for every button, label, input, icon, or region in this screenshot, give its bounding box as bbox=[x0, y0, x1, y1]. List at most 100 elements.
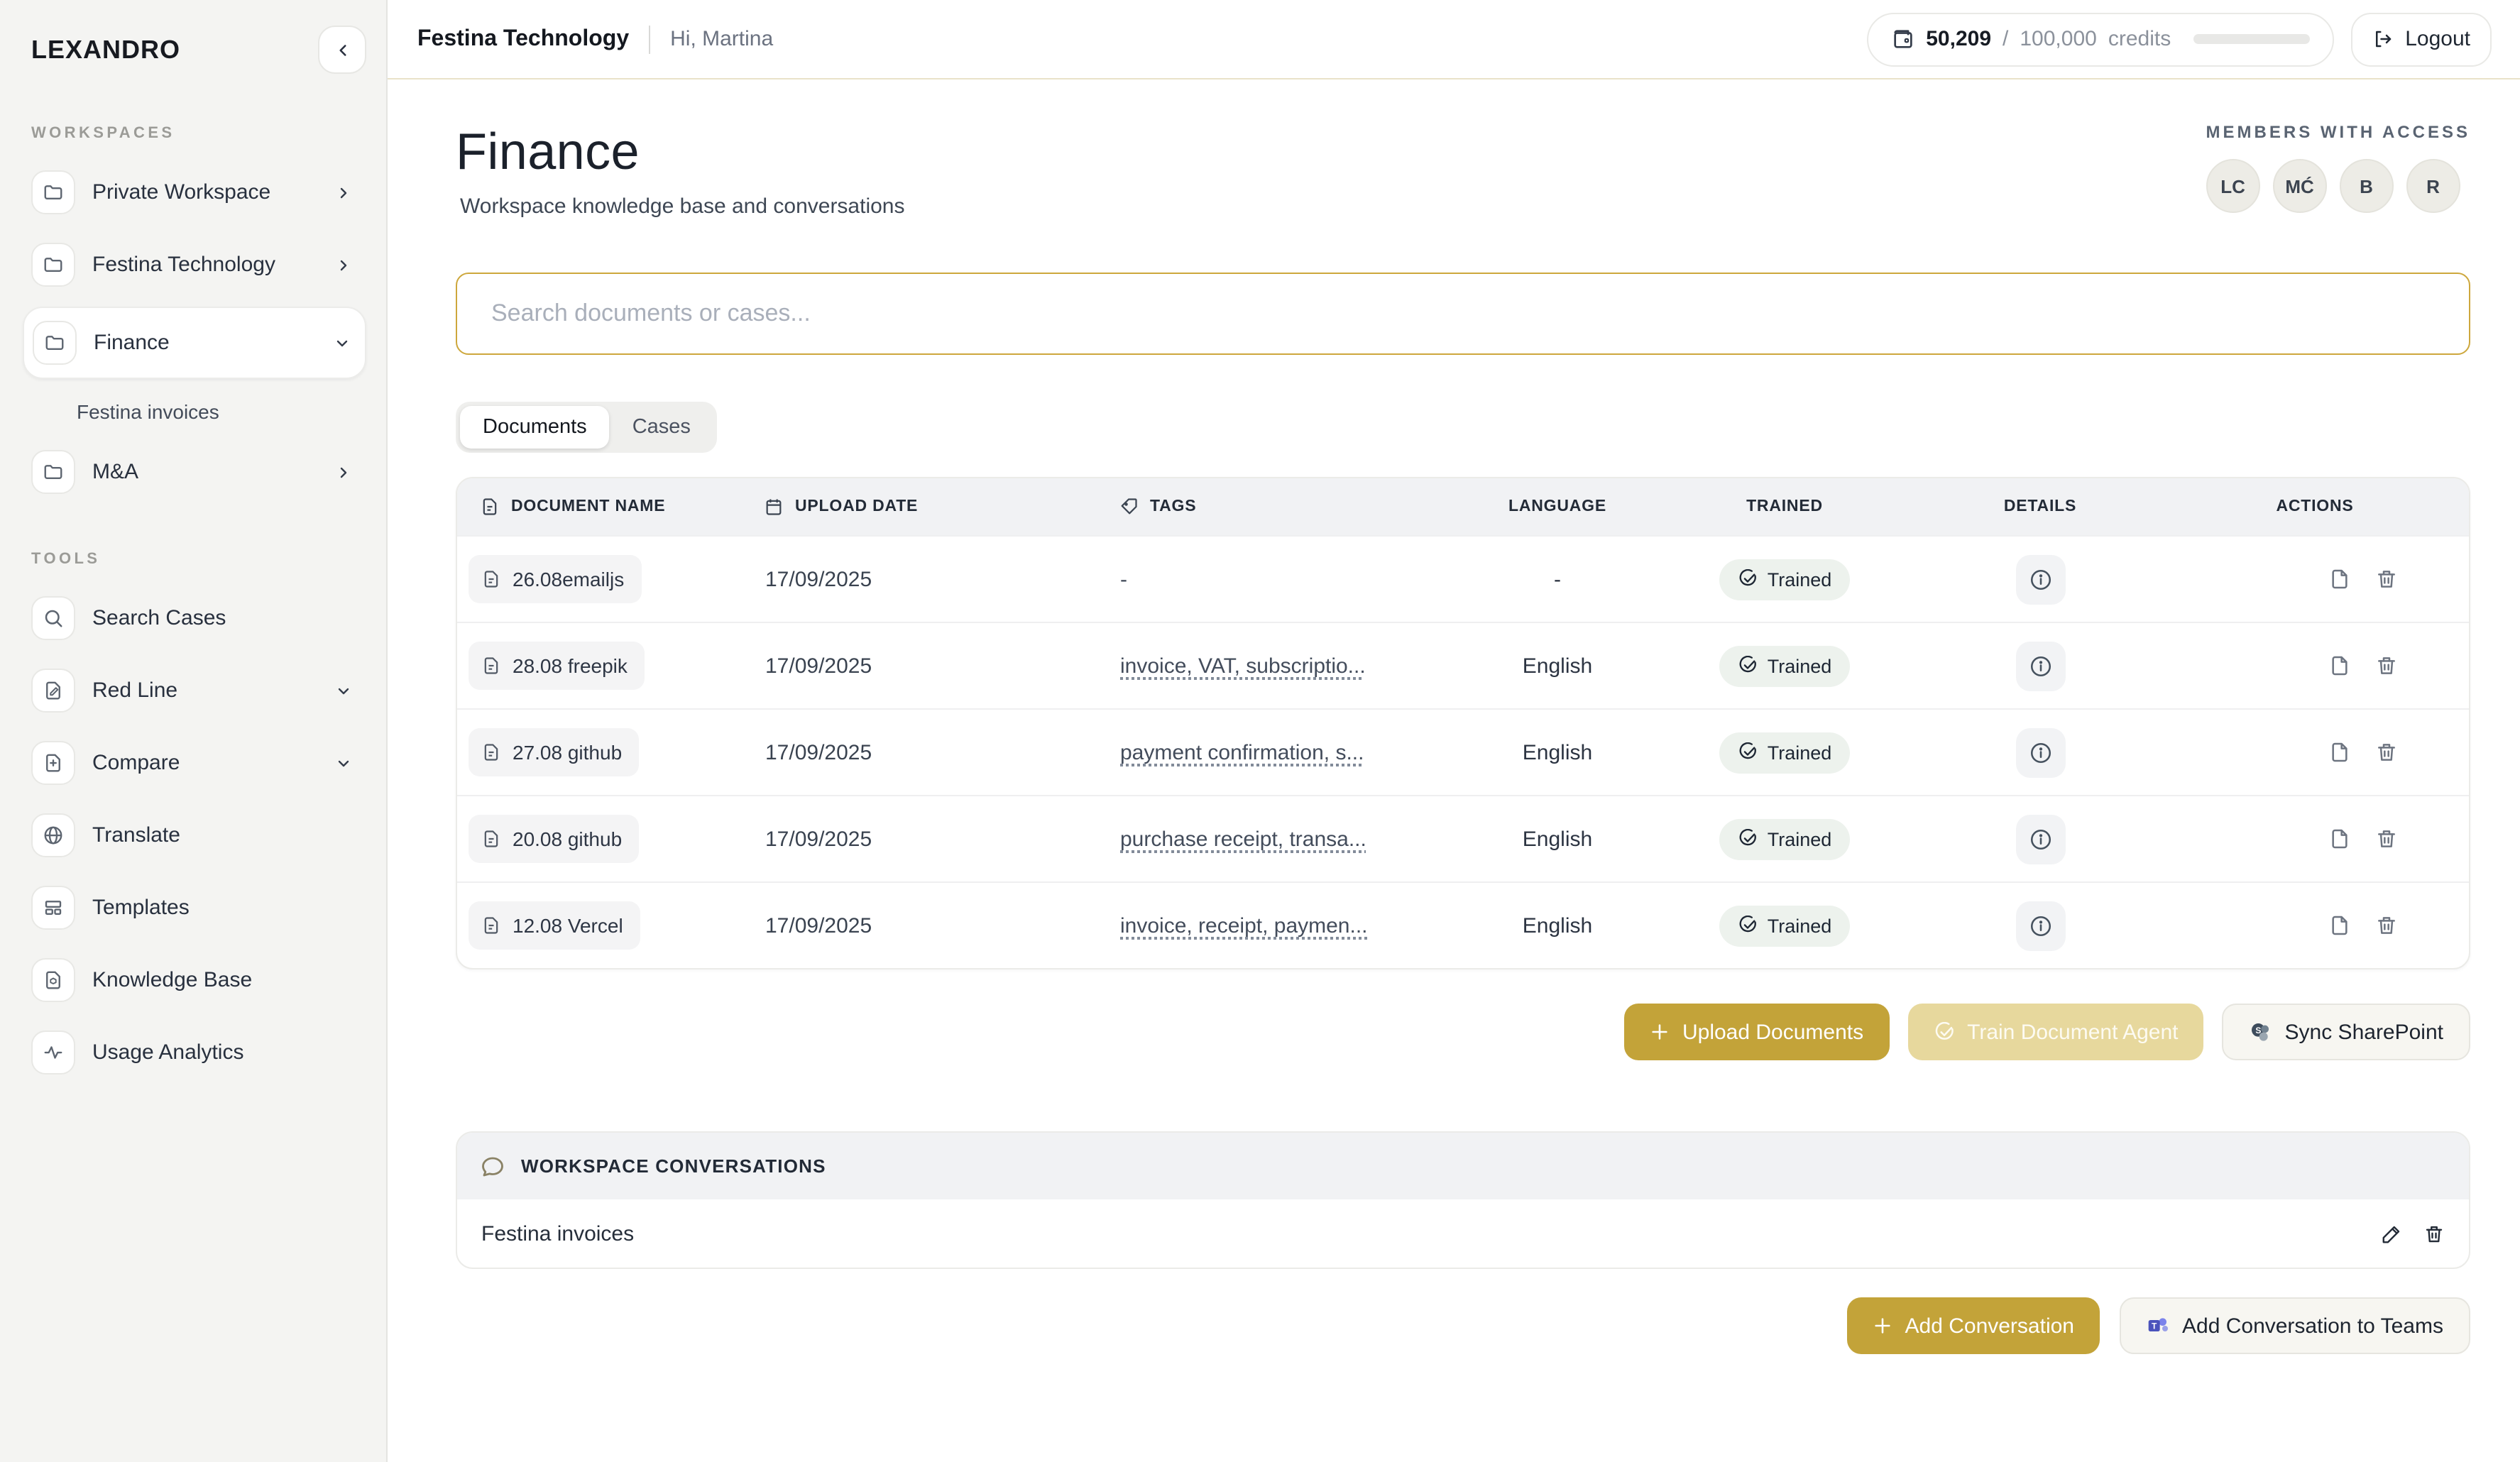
delete-button[interactable] bbox=[2375, 914, 2398, 937]
chevron-right-icon bbox=[335, 463, 352, 480]
tools-section-label: TOOLS bbox=[31, 551, 366, 568]
tags-link[interactable]: purchase receipt, transa... bbox=[1120, 827, 1366, 851]
logout-button[interactable]: Logout bbox=[2351, 12, 2492, 66]
document-name-chip[interactable]: 20.08 github bbox=[469, 815, 639, 863]
topbar: Festina Technology Hi, Martina 50,209 / … bbox=[388, 0, 2520, 79]
train-document-agent-label: Train Document Agent bbox=[1967, 1020, 2178, 1044]
upload-date: 17/09/2025 bbox=[741, 827, 1096, 851]
sidebar-collapse-button[interactable] bbox=[318, 26, 366, 74]
sidebar-item-festina-technology[interactable]: Festina Technology bbox=[23, 234, 366, 295]
train-document-agent-button[interactable]: Train Document Agent bbox=[1907, 1004, 2203, 1060]
sync-sharepoint-button[interactable]: S Sync SharePoint bbox=[2223, 1004, 2470, 1060]
sidebar-item-compare[interactable]: Compare bbox=[23, 732, 366, 793]
sidebar-item-label: Compare bbox=[92, 751, 318, 775]
chevron-down-icon bbox=[335, 682, 352, 699]
document-name: 20.08 github bbox=[513, 828, 622, 850]
logout-icon bbox=[2372, 28, 2394, 50]
language: English bbox=[1465, 740, 1650, 764]
open-file-button[interactable] bbox=[2328, 741, 2351, 764]
open-file-button[interactable] bbox=[2328, 568, 2351, 590]
search-input[interactable] bbox=[456, 273, 2470, 355]
tags-link[interactable]: payment confirmation, s... bbox=[1120, 740, 1364, 764]
conversation-name: Festina invoices bbox=[481, 1221, 2381, 1246]
open-file-button[interactable] bbox=[2328, 914, 2351, 937]
delete-conversation-icon[interactable] bbox=[2423, 1223, 2445, 1244]
chat-bubble-icon bbox=[480, 1153, 505, 1179]
page-title: Finance bbox=[456, 122, 905, 182]
add-conversation-button[interactable]: Add Conversation bbox=[1847, 1297, 2100, 1354]
sidebar-item-search-cases[interactable]: Search Cases bbox=[23, 588, 366, 649]
language: - bbox=[1465, 567, 1650, 591]
tag-icon bbox=[1119, 497, 1139, 517]
credits-total: 100,000 bbox=[2020, 27, 2096, 51]
sidebar-item-ma[interactable]: M&A bbox=[23, 441, 366, 502]
details-info-button[interactable] bbox=[2015, 641, 2065, 691]
globe-icon bbox=[31, 813, 75, 857]
search-icon bbox=[31, 596, 75, 640]
document-name-chip[interactable]: 27.08 github bbox=[469, 728, 639, 776]
sidebar-item-private-workspace[interactable]: Private Workspace bbox=[23, 162, 366, 223]
activity-icon bbox=[31, 1030, 75, 1074]
sidebar: LEXANDRO WORKSPACES Private Workspace Fe… bbox=[0, 0, 388, 1462]
upload-date: 17/09/2025 bbox=[741, 654, 1096, 678]
sidebar-subitem-festina-invoices[interactable]: Festina invoices bbox=[23, 390, 366, 433]
trained-label: Trained bbox=[1768, 655, 1832, 676]
check-circle-icon bbox=[1738, 916, 1758, 935]
column-header: TAGS bbox=[1150, 498, 1196, 515]
chevron-down-icon bbox=[335, 754, 352, 771]
check-circle-icon bbox=[1738, 656, 1758, 676]
sidebar-item-templates[interactable]: Templates bbox=[23, 877, 366, 938]
check-circle-icon bbox=[1738, 742, 1758, 762]
open-file-button[interactable] bbox=[2328, 828, 2351, 850]
file-icon bbox=[481, 742, 501, 762]
tags-link[interactable]: invoice, VAT, subscriptio... bbox=[1120, 654, 1366, 678]
avatar: MĆ bbox=[2273, 159, 2327, 213]
edit-pencil-icon[interactable] bbox=[2381, 1223, 2402, 1244]
trained-badge: Trained bbox=[1719, 559, 1851, 600]
tab-documents[interactable]: Documents bbox=[460, 406, 610, 449]
upload-documents-button[interactable]: Upload Documents bbox=[1624, 1004, 1889, 1060]
sidebar-item-finance[interactable]: Finance bbox=[23, 307, 366, 379]
upload-documents-label: Upload Documents bbox=[1682, 1020, 1863, 1044]
sidebar-item-label: Templates bbox=[92, 896, 352, 920]
sidebar-item-label: Festina Technology bbox=[92, 253, 318, 277]
language: English bbox=[1465, 654, 1650, 678]
language: English bbox=[1465, 827, 1650, 851]
conversation-item[interactable]: Festina invoices bbox=[457, 1199, 2469, 1268]
sidebar-item-usage-analytics[interactable]: Usage Analytics bbox=[23, 1022, 366, 1083]
document-name: 27.08 github bbox=[513, 741, 622, 764]
details-info-button[interactable] bbox=[2015, 814, 2065, 864]
trained-badge: Trained bbox=[1719, 818, 1851, 859]
delete-button[interactable] bbox=[2375, 654, 2398, 677]
sidebar-item-red-line[interactable]: Red Line bbox=[23, 660, 366, 721]
upload-date: 17/09/2025 bbox=[741, 740, 1096, 764]
sidebar-item-label: Knowledge Base bbox=[92, 968, 352, 992]
document-name-chip[interactable]: 12.08 Vercel bbox=[469, 901, 640, 950]
details-info-button[interactable] bbox=[2015, 727, 2065, 777]
open-file-button[interactable] bbox=[2328, 654, 2351, 677]
svg-text:T: T bbox=[2152, 1321, 2157, 1331]
sidebar-item-translate[interactable]: Translate bbox=[23, 805, 366, 866]
language: English bbox=[1465, 913, 1650, 938]
document-name-chip[interactable]: 26.08emailjs bbox=[469, 555, 641, 603]
check-circle-icon bbox=[1738, 569, 1758, 589]
add-conversation-to-teams-button[interactable]: T Add Conversation to Teams bbox=[2120, 1297, 2470, 1354]
tags-link[interactable]: invoice, receipt, paymen... bbox=[1120, 913, 1368, 938]
delete-button[interactable] bbox=[2375, 741, 2398, 764]
document-icon bbox=[480, 497, 500, 517]
tab-cases[interactable]: Cases bbox=[610, 406, 713, 449]
delete-button[interactable] bbox=[2375, 828, 2398, 850]
add-conversation-to-teams-label: Add Conversation to Teams bbox=[2182, 1314, 2443, 1338]
chevron-right-icon bbox=[335, 256, 352, 273]
file-icon bbox=[481, 829, 501, 849]
sidebar-item-knowledge-base[interactable]: Knowledge Base bbox=[23, 950, 366, 1011]
details-info-button[interactable] bbox=[2015, 554, 2065, 604]
document-name-chip[interactable]: 28.08 freepik bbox=[469, 642, 645, 690]
avatar: LC bbox=[2206, 159, 2260, 213]
table-row: 27.08 github 17/09/2025 payment confirma… bbox=[457, 708, 2469, 795]
credits-progress-track bbox=[2193, 34, 2310, 44]
details-info-button[interactable] bbox=[2015, 901, 2065, 950]
sidebar-item-label: Usage Analytics bbox=[92, 1040, 352, 1065]
delete-button[interactable] bbox=[2375, 568, 2398, 590]
topbar-greeting: Hi, Martina bbox=[670, 27, 1866, 51]
